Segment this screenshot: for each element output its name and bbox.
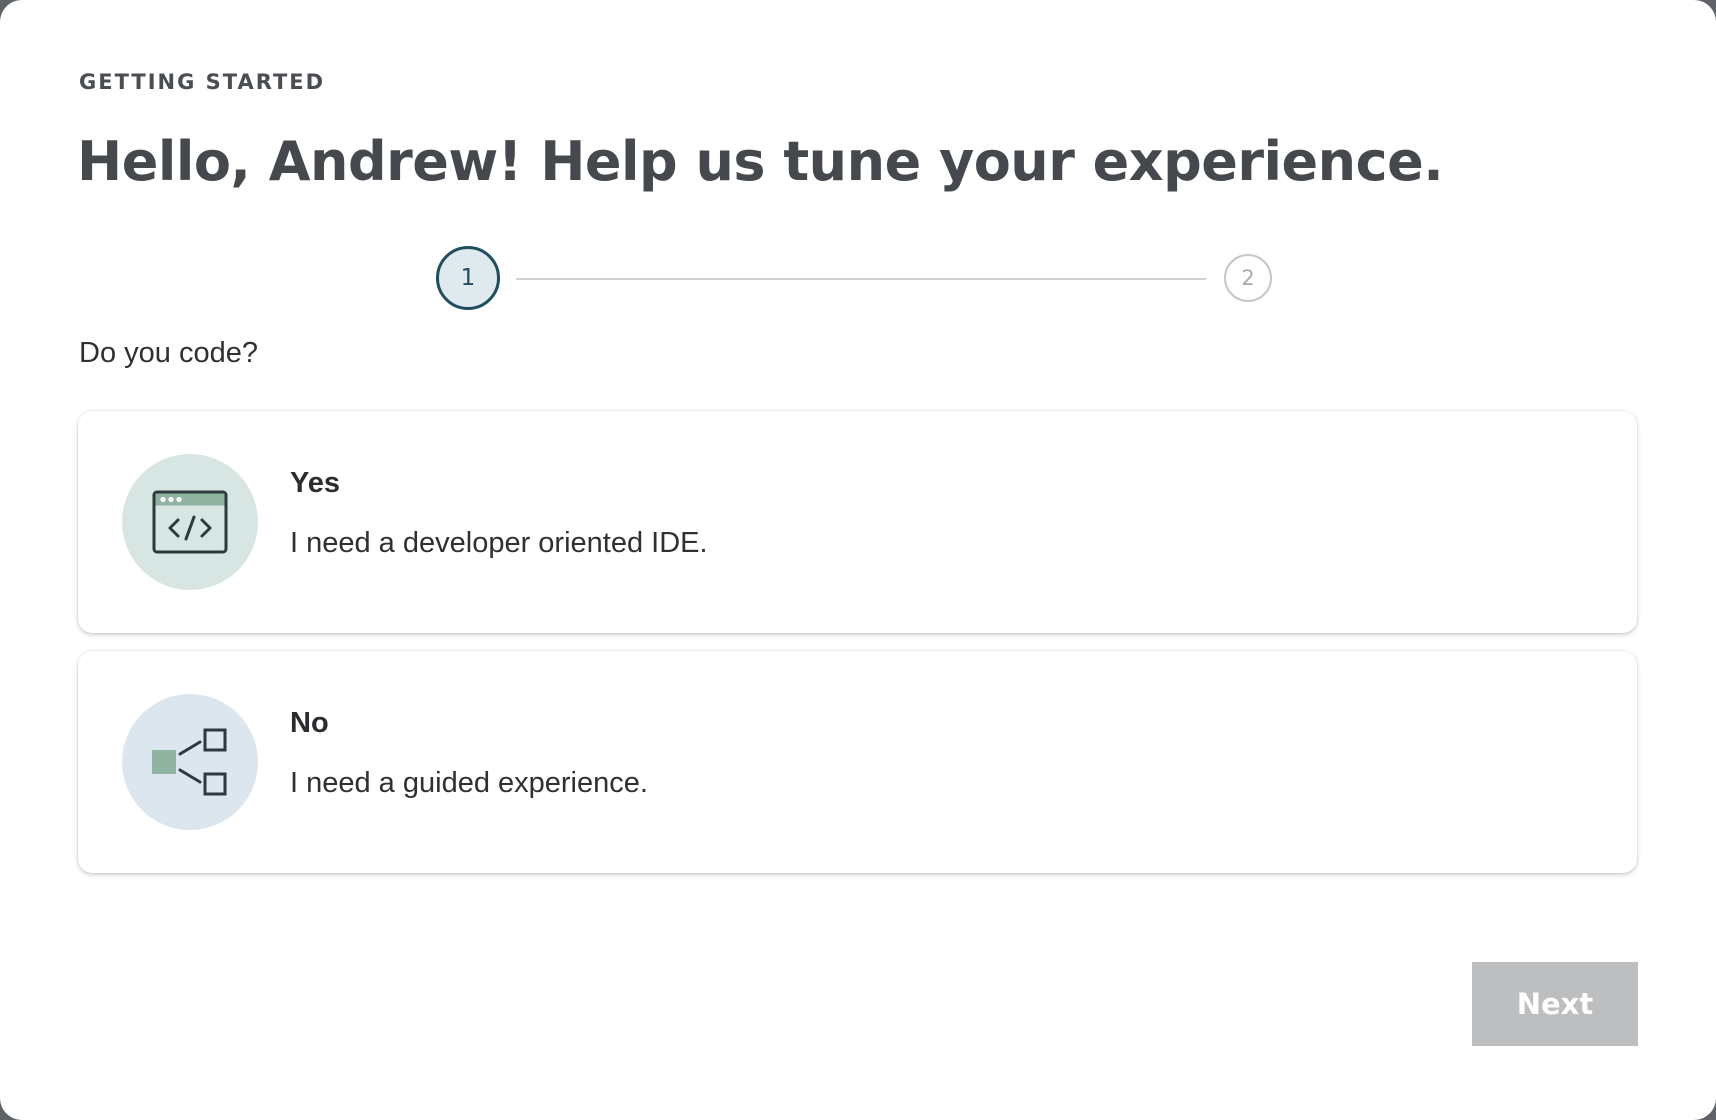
stepper-connector xyxy=(516,278,1206,280)
step-2-label: 2 xyxy=(1241,266,1255,290)
step-1-label: 1 xyxy=(460,265,476,291)
step-1-indicator: 1 xyxy=(436,246,500,310)
progress-stepper: 1 2 xyxy=(436,246,1273,312)
onboarding-dialog: GETTING STARTED Hello, Andrew! Help us t… xyxy=(0,0,1716,1120)
code-window-icon xyxy=(122,454,258,590)
option-no-description: I need a guided experience. xyxy=(290,767,648,799)
step-2-indicator: 2 xyxy=(1224,254,1272,302)
option-no-label: No xyxy=(290,707,329,739)
guided-flow-icon xyxy=(122,694,258,830)
section-eyebrow: GETTING STARTED xyxy=(79,70,326,94)
option-yes-description: I need a developer oriented IDE. xyxy=(290,527,708,559)
next-button[interactable]: Next xyxy=(1472,962,1638,1046)
page-title: Hello, Andrew! Help us tune your experie… xyxy=(77,130,1444,193)
option-yes-label: Yes xyxy=(290,467,340,499)
question-text: Do you code? xyxy=(79,337,258,369)
option-card-yes[interactable]: Yes I need a developer oriented IDE. xyxy=(78,411,1637,633)
option-card-no[interactable]: No I need a guided experience. xyxy=(78,651,1637,873)
